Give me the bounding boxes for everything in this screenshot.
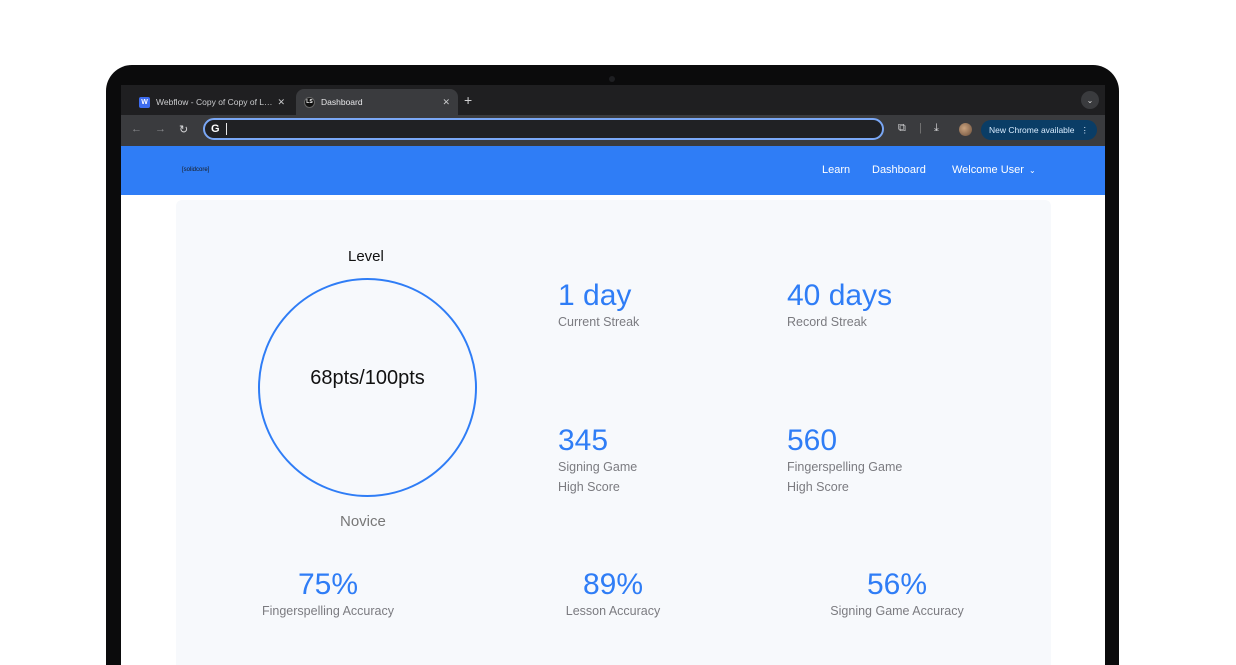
- tab-search-icon[interactable]: ⌄: [1081, 91, 1099, 109]
- camera-dot: [609, 76, 615, 82]
- forward-arrow-icon[interactable]: →: [155, 123, 166, 135]
- new-tab-button[interactable]: +: [464, 92, 472, 108]
- text-caret: [225, 123, 227, 135]
- stat-label: Current Streak: [558, 315, 640, 329]
- stat-value: 1 day: [558, 279, 632, 312]
- more-menu-icon[interactable]: ⋮: [1081, 125, 1090, 136]
- stat-signing-game-accuracy: 56% Signing Game Accuracy: [807, 570, 987, 621]
- stat-label: High Score: [558, 480, 620, 494]
- google-icon: G: [211, 123, 220, 135]
- user-greeting: Welcome User: [952, 164, 1024, 176]
- site-logo[interactable]: [solidcore]: [182, 167, 209, 173]
- close-icon[interactable]: ✕: [442, 97, 450, 108]
- extensions-icon[interactable]: ⧉: [898, 122, 906, 135]
- chevron-down-icon: ⌄: [1028, 166, 1036, 175]
- site-header: [solidcore] Learn Dashboard Welcome User…: [121, 146, 1105, 195]
- level-title: Level: [348, 248, 384, 265]
- stat-lesson-accuracy: 89% Lesson Accuracy: [523, 570, 703, 621]
- stat-label: Record Streak: [787, 315, 867, 329]
- ls-icon: LS: [304, 96, 315, 108]
- update-label: New Chrome available: [989, 125, 1075, 135]
- stat-fingerspelling-high-score: 560 Fingerspelling Game High Score: [787, 426, 902, 497]
- stat-value: 560: [787, 424, 838, 457]
- reload-icon[interactable]: ↻: [179, 123, 188, 136]
- stat-signing-high-score: 345 Signing Game High Score: [558, 426, 637, 497]
- tab-webflow[interactable]: W Webflow - Copy of Copy of L… ✕: [131, 89, 293, 115]
- stat-value: 89%: [582, 568, 644, 601]
- stat-current-streak: 1 day Current Streak: [558, 281, 639, 332]
- nav-dashboard[interactable]: Dashboard: [872, 164, 926, 176]
- level-points: 68pts/100pts: [310, 367, 425, 389]
- stat-value: 40 days: [787, 279, 893, 312]
- tab-strip: W Webflow - Copy of Copy of L… ✕ LS Dash…: [121, 85, 1105, 115]
- stat-value: 75%: [297, 568, 359, 601]
- toolbar-divider: |: [919, 122, 922, 134]
- stat-record-streak: 40 days Record Streak: [787, 281, 892, 332]
- address-bar[interactable]: G: [203, 118, 884, 140]
- stat-label: Fingerspelling Game: [787, 460, 903, 474]
- download-icon[interactable]: ⤓: [934, 122, 939, 135]
- stat-label: High Score: [787, 480, 849, 494]
- back-arrow-icon[interactable]: ←: [131, 123, 142, 135]
- tab-title: Webflow - Copy of Copy of L…: [156, 97, 273, 107]
- browser-toolbar: ← → ↻ G ⧉ | ⤓ New Chrome available ⋮: [121, 115, 1105, 146]
- stat-fingerspelling-accuracy: 75% Fingerspelling Accuracy: [238, 570, 418, 621]
- stat-label: Signing Game Accuracy: [830, 604, 964, 618]
- update-chrome-button[interactable]: New Chrome available ⋮: [981, 120, 1098, 140]
- stat-value: 345: [558, 424, 609, 457]
- browser-window: W Webflow - Copy of Copy of L… ✕ LS Dash…: [121, 85, 1105, 665]
- stat-value: 56%: [866, 568, 928, 601]
- close-icon[interactable]: ✕: [277, 97, 285, 108]
- webflow-icon: W: [139, 96, 150, 108]
- stat-label: Lesson Accuracy: [565, 604, 661, 618]
- nav-user-menu[interactable]: Welcome User ⌄: [952, 164, 1036, 176]
- stat-label: Signing Game: [558, 460, 638, 474]
- tab-dashboard[interactable]: LS Dashboard ✕: [296, 89, 458, 115]
- laptop-frame: W Webflow - Copy of Copy of L… ✕ LS Dash…: [106, 65, 1119, 665]
- tab-title: Dashboard: [321, 97, 363, 107]
- profile-avatar[interactable]: [959, 123, 972, 136]
- nav-learn[interactable]: Learn: [822, 164, 850, 176]
- level-name: Novice: [340, 513, 386, 530]
- stat-label: Fingerspelling Accuracy: [261, 604, 394, 618]
